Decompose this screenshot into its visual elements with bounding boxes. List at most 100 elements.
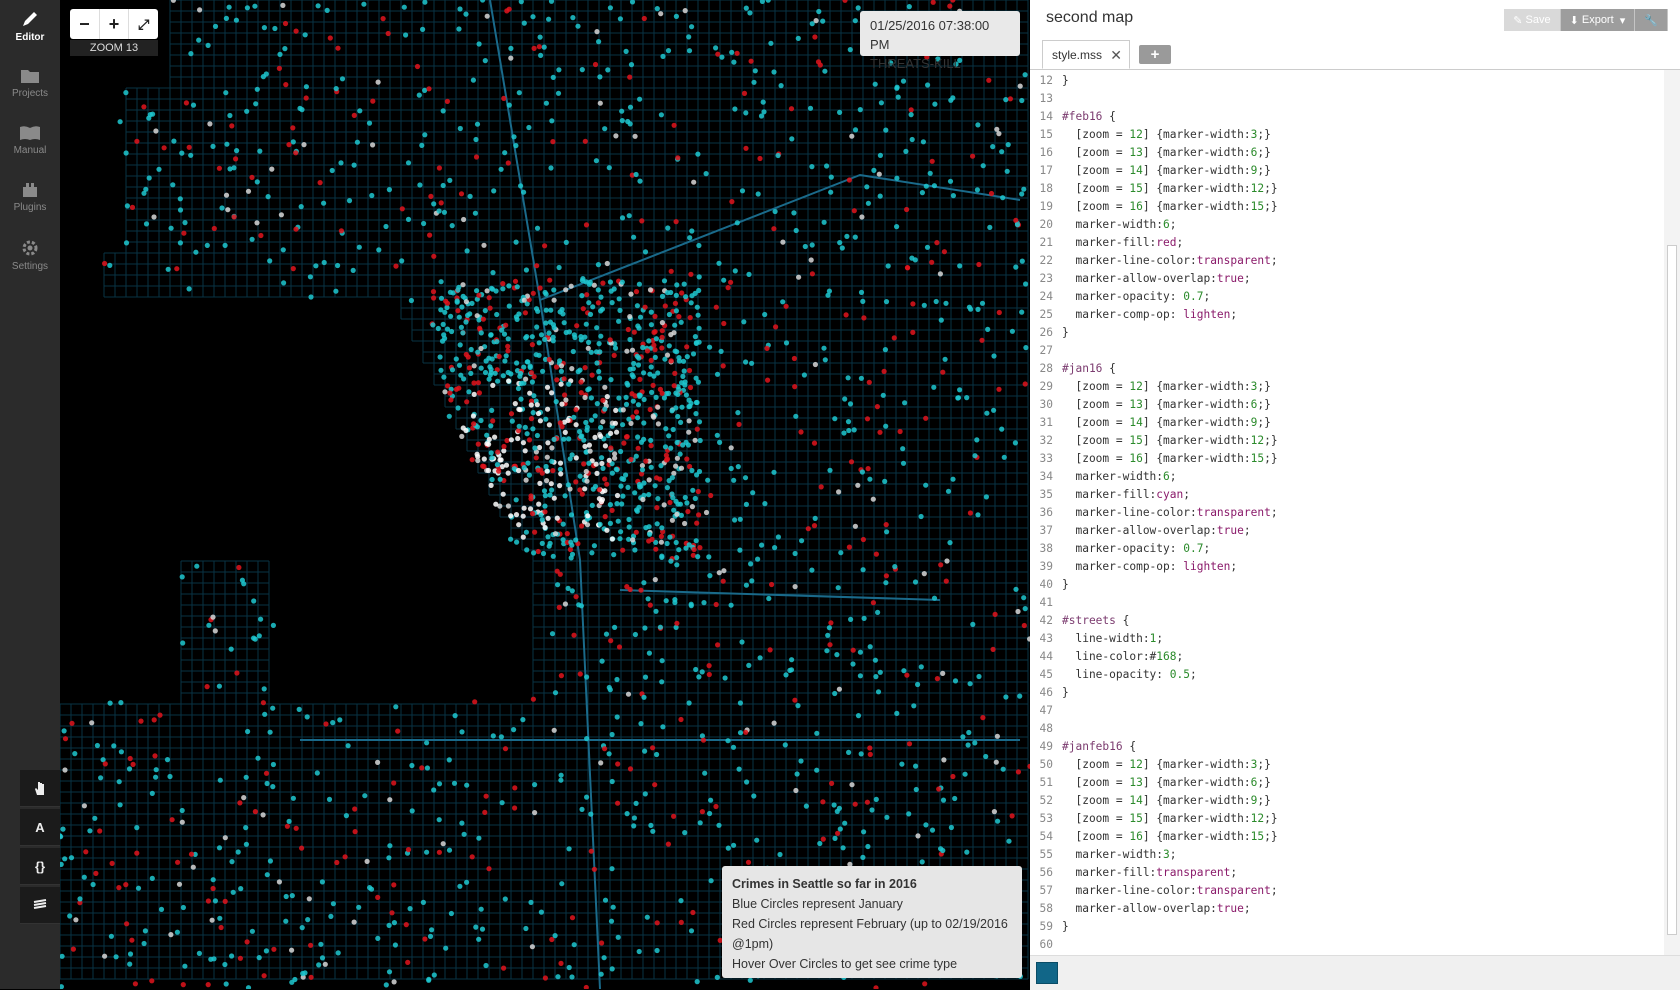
code-line: 31 [zoom = 14] {marker-width:9;} (1039, 416, 1271, 429)
code-line: 15 [zoom = 12] {marker-width:3;} (1039, 128, 1271, 141)
tooltip-crime-type: THREATS-KILL (870, 56, 961, 71)
code-line: 29 [zoom = 12] {marker-width:3;} (1039, 380, 1271, 393)
add-tab-button[interactable]: + (1139, 45, 1171, 64)
map-legend: Crimes in Seattle so far in 2016 Blue Ci… (722, 866, 1022, 978)
code-line: 54 [zoom = 16] {marker-width:15;} (1039, 830, 1278, 843)
close-icon[interactable]: ✕ (1110, 41, 1122, 69)
code-line: 52 [zoom = 14] {marker-width:9;} (1039, 794, 1271, 807)
code-line: 43 line-width:1; (1039, 632, 1164, 645)
code-line: 35 marker-fill:cyan; (1039, 488, 1190, 501)
export-button[interactable]: ⬇ Export ▾ (1560, 9, 1636, 31)
code-line: 30 [zoom = 13] {marker-width:6;} (1039, 398, 1271, 411)
code-line: 14 #feb16 { (1039, 110, 1116, 123)
legend-line: Hover Over Circles to get see crime type (732, 957, 958, 971)
font-tool-button[interactable]: A (20, 809, 60, 846)
code-line: 18 [zoom = 15] {marker-width:12;} (1039, 182, 1278, 195)
code-area[interactable]: 12} 13 14 #feb16 { 15 [zoom = 12] {marker-wi… (1030, 70, 1664, 955)
braces-icon: {} (34, 858, 46, 874)
code-line: 23 marker-allow-overlap:true; (1039, 272, 1251, 285)
layers-tool-button[interactable] (20, 887, 60, 924)
zoom-out-button[interactable]: − (70, 9, 100, 39)
code-line: 48 (1039, 722, 1053, 735)
code-line: 28 #jan16 { (1039, 362, 1116, 375)
editor-scrollbar[interactable] (1664, 70, 1680, 955)
code-line: 21 marker-fill:red; (1039, 236, 1184, 249)
sidebar-item-manual[interactable]: Manual (0, 124, 60, 156)
save-button[interactable]: ✎ Save (1504, 9, 1561, 31)
code-line: 42 #streets { (1039, 614, 1130, 627)
highway-line (619, 589, 941, 601)
code-line: 38 marker-opacity: 0.7; (1039, 542, 1211, 555)
editor-statusbar (1030, 955, 1680, 990)
code-line: 16 [zoom = 13] {marker-width:6;} (1039, 146, 1271, 159)
editor-tabbar: style.mss ✕ + (1030, 40, 1680, 70)
code-line: 36 marker-line-color:transparent; (1039, 506, 1278, 519)
legend-title: Crimes in Seattle so far in 2016 (732, 877, 917, 891)
code-line: 25 marker-comp-op: lighten; (1039, 308, 1238, 321)
chevron-down-icon: ▾ (1613, 14, 1626, 27)
editor-actions: ✎ Save ⬇ Export ▾ 🔧 (1504, 9, 1668, 31)
code-line: 12} (1039, 74, 1069, 87)
sidebar-item-plugins[interactable]: Plugins (0, 181, 60, 213)
plugin-icon (23, 183, 37, 197)
map-tooltip: 01/25/2016 07:38:00 PM THREATS-KILL (860, 11, 1020, 71)
code-line: 13 (1039, 92, 1053, 105)
fullscreen-button[interactable]: ⤢ (129, 9, 158, 39)
gear-icon (22, 240, 38, 256)
color-swatch[interactable] (1036, 962, 1058, 984)
sidebar-item-settings[interactable]: Settings (0, 238, 60, 272)
code-line: 40} (1039, 578, 1069, 591)
code-line: 51 [zoom = 13] {marker-width:6;} (1039, 776, 1271, 789)
legend-line: Red Circles represent February (up to 02… (732, 917, 1008, 951)
code-line: 57 marker-line-color:transparent; (1039, 884, 1278, 897)
code-editor-panel: second map ✎ Save ⬇ Export ▾ 🔧 style.mss… (1030, 0, 1680, 990)
sidebar-item-label: Projects (11, 88, 49, 99)
tab-style-mss[interactable]: style.mss ✕ (1042, 40, 1130, 69)
code-line: 53 [zoom = 15] {marker-width:12;} (1039, 812, 1278, 825)
zoom-in-button[interactable]: + (100, 9, 130, 39)
wrench-button[interactable]: 🔧 (1635, 9, 1668, 31)
code-line: 19 [zoom = 16] {marker-width:15;} (1039, 200, 1278, 213)
tooltip-date: 01/25/2016 07:38:00 PM (870, 18, 990, 52)
sidebar-item-label: Settings (11, 261, 49, 272)
hand-icon (35, 782, 44, 795)
code-line: 46} (1039, 686, 1069, 699)
legend-line: Blue Circles represent January (732, 897, 903, 911)
folder-icon (21, 70, 39, 83)
pan-tool-button[interactable] (20, 770, 60, 807)
code-line: 60 (1039, 938, 1053, 951)
code-line: 33 [zoom = 16] {marker-width:15;} (1039, 452, 1278, 465)
pencil-icon: ✎ (1513, 14, 1526, 27)
code-line: 34 marker-width:6; (1039, 470, 1177, 483)
scrollbar-thumb[interactable] (1667, 245, 1677, 935)
crime-map (60, 0, 1030, 989)
code-line: 45 line-opacity: 0.5; (1039, 668, 1197, 681)
code-line: 50 [zoom = 12] {marker-width:3;} (1039, 758, 1271, 771)
code-line: 41 (1039, 596, 1053, 609)
code-line: 37 marker-allow-overlap:true; (1039, 524, 1251, 537)
sidebar-item-projects[interactable]: Projects (0, 67, 60, 99)
code-line: 47 (1039, 704, 1053, 717)
sidebar-item-label: Plugins (13, 202, 47, 213)
wrench-icon: 🔧 (1644, 14, 1658, 27)
docs-tool-button[interactable]: {} (20, 848, 60, 885)
export-icon: ⬇ (1569, 14, 1582, 27)
code-line: 55 marker-width:3; (1039, 848, 1177, 861)
code-line: 59} (1039, 920, 1069, 933)
app-sidebar: Editor Projects Manual Plugins Settings … (0, 0, 60, 989)
map-canvas[interactable] (60, 0, 1030, 989)
code-line: 17 [zoom = 14] {marker-width:9;} (1039, 164, 1271, 177)
code-line: 24 marker-opacity: 0.7; (1039, 290, 1211, 303)
code-line: 32 [zoom = 15] {marker-width:12;} (1039, 434, 1278, 447)
code-line: 58 marker-allow-overlap:true; (1039, 902, 1251, 915)
code-line: 49 #janfeb16 { (1039, 740, 1137, 753)
code-line: 44 line-color:#168; (1039, 650, 1184, 663)
tab-label: style.mss (1052, 48, 1103, 62)
zoom-controls: − + ⤢ (70, 9, 158, 39)
code-line: 56 marker-fill:transparent; (1039, 866, 1238, 879)
sidebar-item-editor[interactable]: Editor (0, 9, 60, 43)
project-title: second map (1046, 9, 1134, 26)
font-icon: A (35, 819, 45, 835)
layers-icon (33, 899, 47, 909)
sidebar-item-label: Editor (15, 32, 45, 43)
